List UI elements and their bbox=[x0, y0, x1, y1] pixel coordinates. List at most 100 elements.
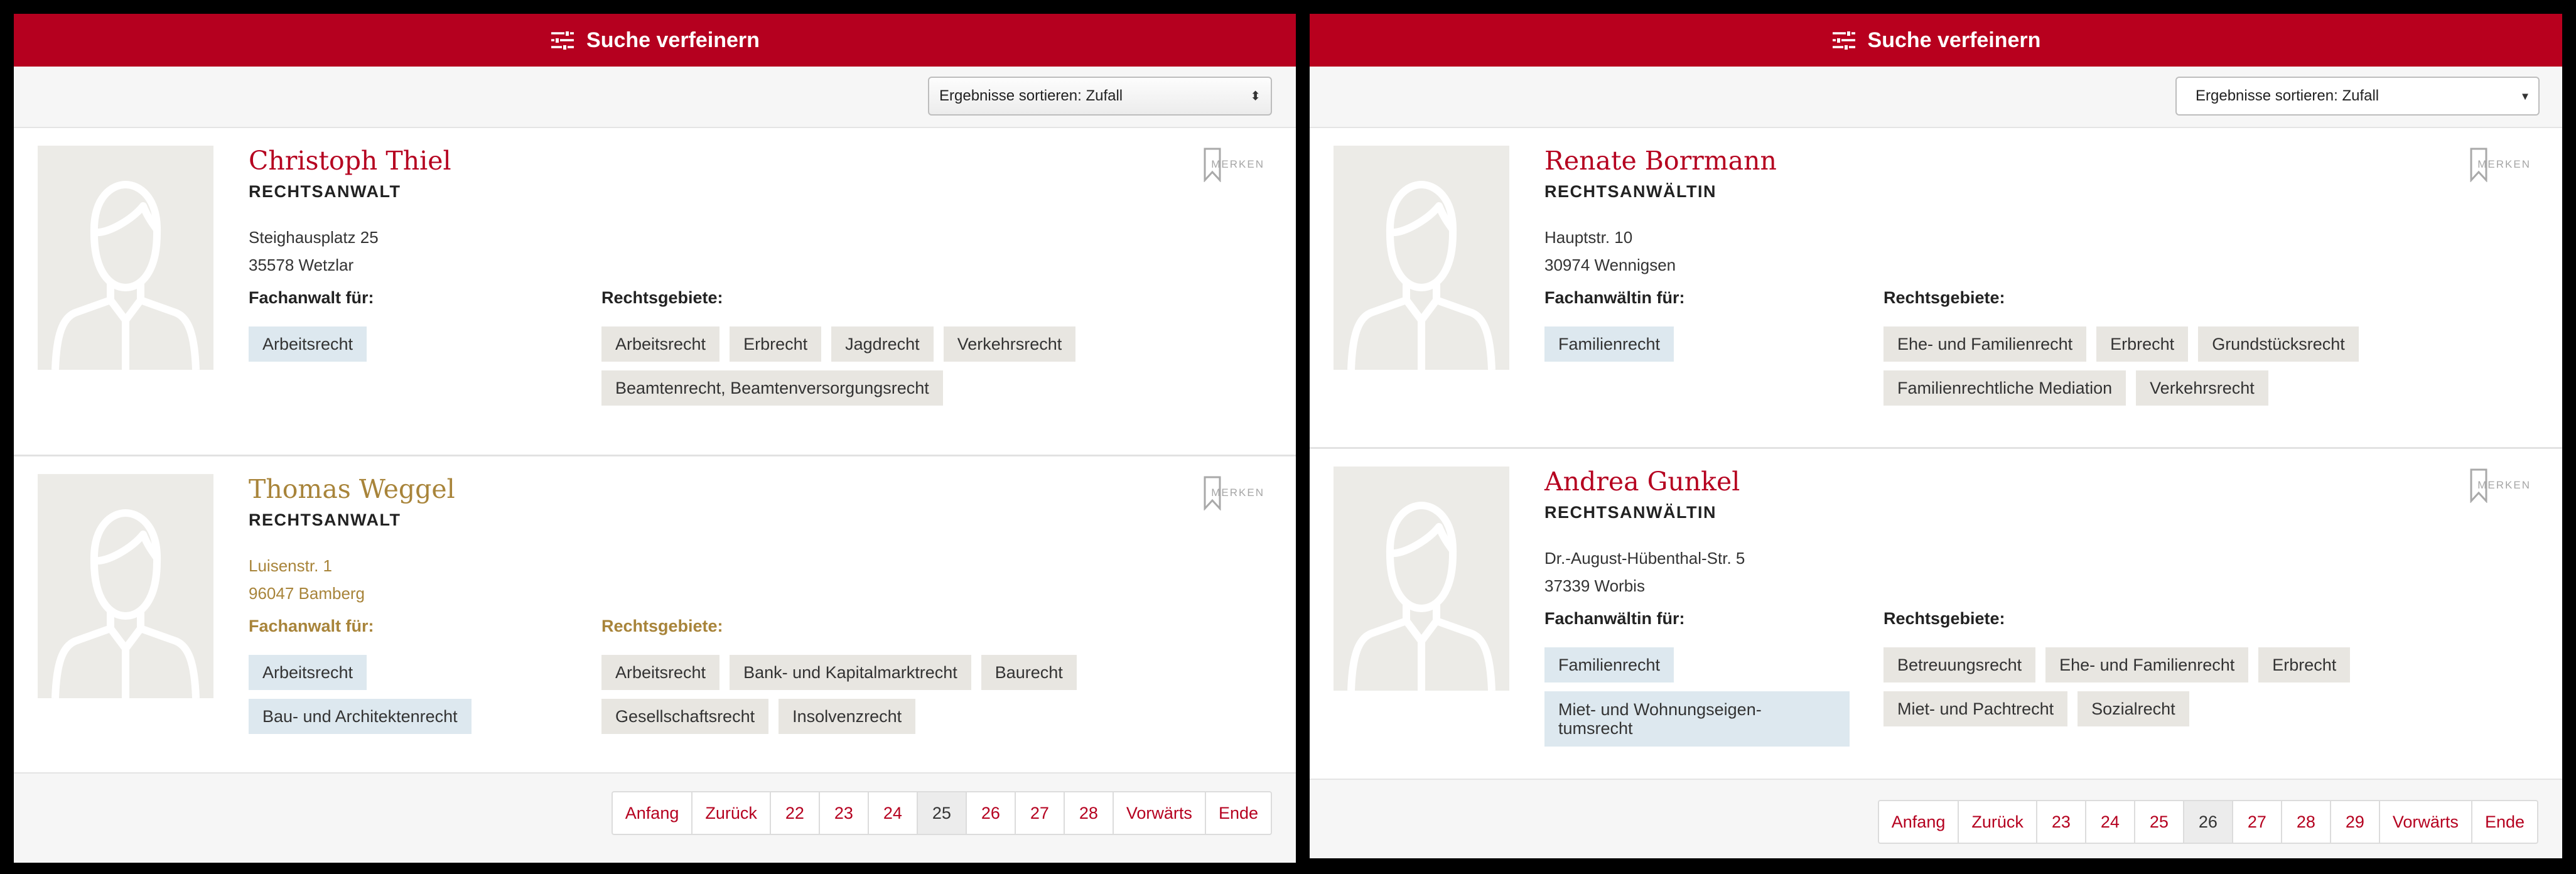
results-panel-left: Suche verfeinern Ergebnisse sortieren: Zu… bbox=[14, 14, 1296, 863]
pagination-page[interactable]: 29 bbox=[2329, 801, 2379, 843]
refine-search-header[interactable]: Suche verfeinern bbox=[14, 14, 1296, 67]
pagination-page[interactable]: 25 bbox=[2133, 801, 2183, 843]
updown-arrows-icon: ⬍ bbox=[1250, 89, 1261, 104]
specialization-chip[interactable]: Arbeitsrecht bbox=[249, 326, 367, 362]
pagination-first[interactable]: Anfang bbox=[613, 792, 692, 834]
practice-area-chip[interactable]: Erbrecht bbox=[730, 326, 822, 362]
sort-select-value: Ergebnisse sortieren: Zufall bbox=[939, 87, 1123, 104]
pagination-page[interactable]: 28 bbox=[1063, 792, 1113, 834]
specialization-chip[interactable]: Arbeitsrecht bbox=[249, 655, 367, 690]
practice-area-chip[interactable]: Verkehrsrecht bbox=[943, 326, 1076, 362]
avatar-placeholder bbox=[38, 474, 213, 698]
address-line: 35578 Wetzlar bbox=[249, 256, 354, 274]
lawyer-name-link[interactable]: Thomas Weggel bbox=[249, 474, 455, 504]
practice-area-chip[interactable]: Ehe- und Familienrecht bbox=[2045, 647, 2249, 682]
pagination-page[interactable]: 28 bbox=[2280, 801, 2330, 843]
specialization-chip[interactable]: Miet- und Wohnungseigen-tumsrecht bbox=[1544, 691, 1850, 747]
fachanwalt-label: Fachanwalt für: bbox=[249, 288, 374, 307]
pagination-next[interactable]: Vorwärts bbox=[1112, 792, 1205, 834]
fachanwalt-label: Fachanwältin für: bbox=[1544, 288, 1685, 307]
pagination-area: Anfang Zurück 23 24 25 26 27 28 29 Vorwärts Ende bbox=[1310, 779, 2562, 858]
fachanwalt-chips: Familienrecht Miet- und Wohnungseigen-tum… bbox=[1544, 647, 1858, 747]
lawyer-title: RECHTSANWALT bbox=[249, 182, 401, 201]
practice-area-chip[interactable]: Arbeitsrecht bbox=[601, 655, 720, 690]
rechtsgebiete-chips: Arbeitsrecht Bank- und Kapitalmarktrecht B… bbox=[601, 655, 1141, 734]
pagination-next[interactable]: Vorwärts bbox=[2378, 801, 2471, 843]
avatar-placeholder bbox=[38, 146, 213, 370]
practice-area-chip[interactable]: Ehe- und Familienrecht bbox=[1883, 326, 2087, 362]
rechtsgebiete-chips: Ehe- und Familienrecht Erbrecht Grundstück… bbox=[1883, 326, 2398, 406]
practice-area-chip[interactable]: Miet- und Pachtrecht bbox=[1883, 691, 2068, 726]
sort-bar: Ergebnisse sortieren: Zufall ▾ bbox=[1310, 67, 2562, 128]
practice-area-chip[interactable]: Jagdrecht bbox=[831, 326, 934, 362]
rechtsgebiete-chips: Arbeitsrecht Erbrecht Jagdrecht Verkehrsrec… bbox=[601, 326, 1141, 406]
practice-area-chip[interactable]: Arbeitsrecht bbox=[601, 326, 720, 362]
refine-search-header[interactable]: Suche verfeinern bbox=[1310, 14, 2562, 67]
pagination-page[interactable]: 23 bbox=[818, 792, 868, 834]
fachanwalt-label: Fachanwalt für: bbox=[249, 617, 374, 635]
pagination-page[interactable]: 26 bbox=[965, 792, 1015, 834]
pagination-page[interactable]: 24 bbox=[2084, 801, 2134, 843]
pagination-page[interactable]: 23 bbox=[2035, 801, 2085, 843]
rechtsgebiete-label: Rechtsgebiete: bbox=[1883, 609, 2005, 628]
practice-area-chip[interactable]: Verkehrsrecht bbox=[2136, 370, 2268, 406]
practice-area-chip[interactable]: Erbrecht bbox=[2258, 647, 2351, 682]
pagination-page[interactable]: 24 bbox=[867, 792, 917, 834]
practice-area-chip[interactable]: Insolvenzrecht bbox=[779, 699, 916, 734]
lawyer-title: RECHTSANWÄLTIN bbox=[1544, 182, 1716, 201]
specialization-chip[interactable]: Familienrecht bbox=[1544, 326, 1674, 362]
rechtsgebiete-label: Rechtsgebiete: bbox=[601, 288, 723, 307]
merken-button[interactable]: MERKEN bbox=[2477, 158, 2531, 171]
lawyer-card: MERKEN Renate Borrmann RECHTSANWÄLTIN Haupt… bbox=[1310, 128, 2562, 449]
pagination-prev[interactable]: Zurück bbox=[691, 792, 770, 834]
pagination-prev[interactable]: Zurück bbox=[1958, 801, 2036, 843]
pagination-page[interactable]: 25 bbox=[916, 792, 966, 834]
practice-area-chip[interactable]: Erbrecht bbox=[2096, 326, 2189, 362]
specialization-chip[interactable]: Bau- und Architektenrecht bbox=[249, 699, 472, 734]
address-line: Luisenstr. 1 bbox=[249, 556, 332, 575]
sort-select[interactable]: Ergebnisse sortieren: Zufall ⬍ bbox=[928, 77, 1272, 116]
merken-button[interactable]: MERKEN bbox=[1211, 158, 1264, 171]
results-panel-right: Suche verfeinern Ergebnisse sortieren: Zu… bbox=[1310, 14, 2562, 858]
pagination-last[interactable]: Ende bbox=[1204, 792, 1271, 834]
lawyer-name-link[interactable]: Renate Borrmann bbox=[1544, 146, 1777, 176]
sort-bar: Ergebnisse sortieren: Zufall ⬍ bbox=[14, 67, 1296, 128]
practice-area-chip[interactable]: Gesellschaftsrecht bbox=[601, 699, 769, 734]
practice-area-chip[interactable]: Grundstücksrecht bbox=[2198, 326, 2359, 362]
address-line: 30974 Wennigsen bbox=[1544, 256, 1676, 274]
pagination-page[interactable]: 27 bbox=[1014, 792, 1064, 834]
specialization-chip[interactable]: Familienrecht bbox=[1544, 647, 1674, 682]
practice-area-chip[interactable]: Baurecht bbox=[981, 655, 1077, 690]
address: Hauptstr. 10 30974 Wennigsen bbox=[1544, 224, 1676, 279]
address-line: Dr.-August-Hübenthal-Str. 5 bbox=[1544, 549, 1745, 568]
practice-area-chip[interactable]: Familienrechtliche Mediation bbox=[1883, 370, 2126, 406]
pagination-page[interactable]: 22 bbox=[769, 792, 819, 834]
pagination-last[interactable]: Ende bbox=[2471, 801, 2537, 843]
practice-area-chip[interactable]: Bank- und Kapitalmarktrecht bbox=[730, 655, 971, 690]
pagination: Anfang Zurück 22 23 24 25 26 27 28 Vorwärts Ende bbox=[611, 791, 1272, 835]
address: Steighausplatz 25 35578 Wetzlar bbox=[249, 224, 379, 279]
avatar-placeholder bbox=[1334, 146, 1509, 370]
sort-select-value: Ergebnisse sortieren: Zufall bbox=[2196, 87, 2379, 104]
pagination-page[interactable]: 27 bbox=[2231, 801, 2281, 843]
lawyer-name-link[interactable]: Andrea Gunkel bbox=[1544, 467, 1740, 497]
avatar-placeholder bbox=[1334, 467, 1509, 691]
practice-area-chip[interactable]: Beamtenrecht, Beamtenversorgungsrecht bbox=[601, 370, 943, 406]
lawyer-card: MERKEN Christoph Thiel RECHTSANWALT Steigha… bbox=[14, 128, 1296, 456]
practice-area-chip[interactable]: Betreuungsrecht bbox=[1883, 647, 2036, 682]
sort-select[interactable]: Ergebnisse sortieren: Zufall ▾ bbox=[2175, 77, 2540, 116]
merken-button[interactable]: MERKEN bbox=[2477, 479, 2531, 492]
fachanwalt-chips: Familienrecht bbox=[1544, 326, 1858, 362]
sliders-icon bbox=[1831, 30, 1857, 51]
rechtsgebiete-label: Rechtsgebiete: bbox=[601, 617, 723, 635]
merken-button[interactable]: MERKEN bbox=[1211, 487, 1264, 499]
address-line: 96047 Bamberg bbox=[249, 584, 365, 603]
refine-search-label: Suche verfeinern bbox=[1867, 28, 2041, 52]
lawyer-name-link[interactable]: Christoph Thiel bbox=[249, 146, 451, 176]
chevron-down-icon: ▾ bbox=[2521, 89, 2528, 104]
pagination-first[interactable]: Anfang bbox=[1879, 801, 1958, 843]
lawyer-title: RECHTSANWALT bbox=[249, 510, 401, 529]
pagination: Anfang Zurück 23 24 25 26 27 28 29 Vorwärts Ende bbox=[1877, 800, 2538, 844]
practice-area-chip[interactable]: Sozialrecht bbox=[2078, 691, 2189, 726]
pagination-page[interactable]: 26 bbox=[2182, 801, 2232, 843]
